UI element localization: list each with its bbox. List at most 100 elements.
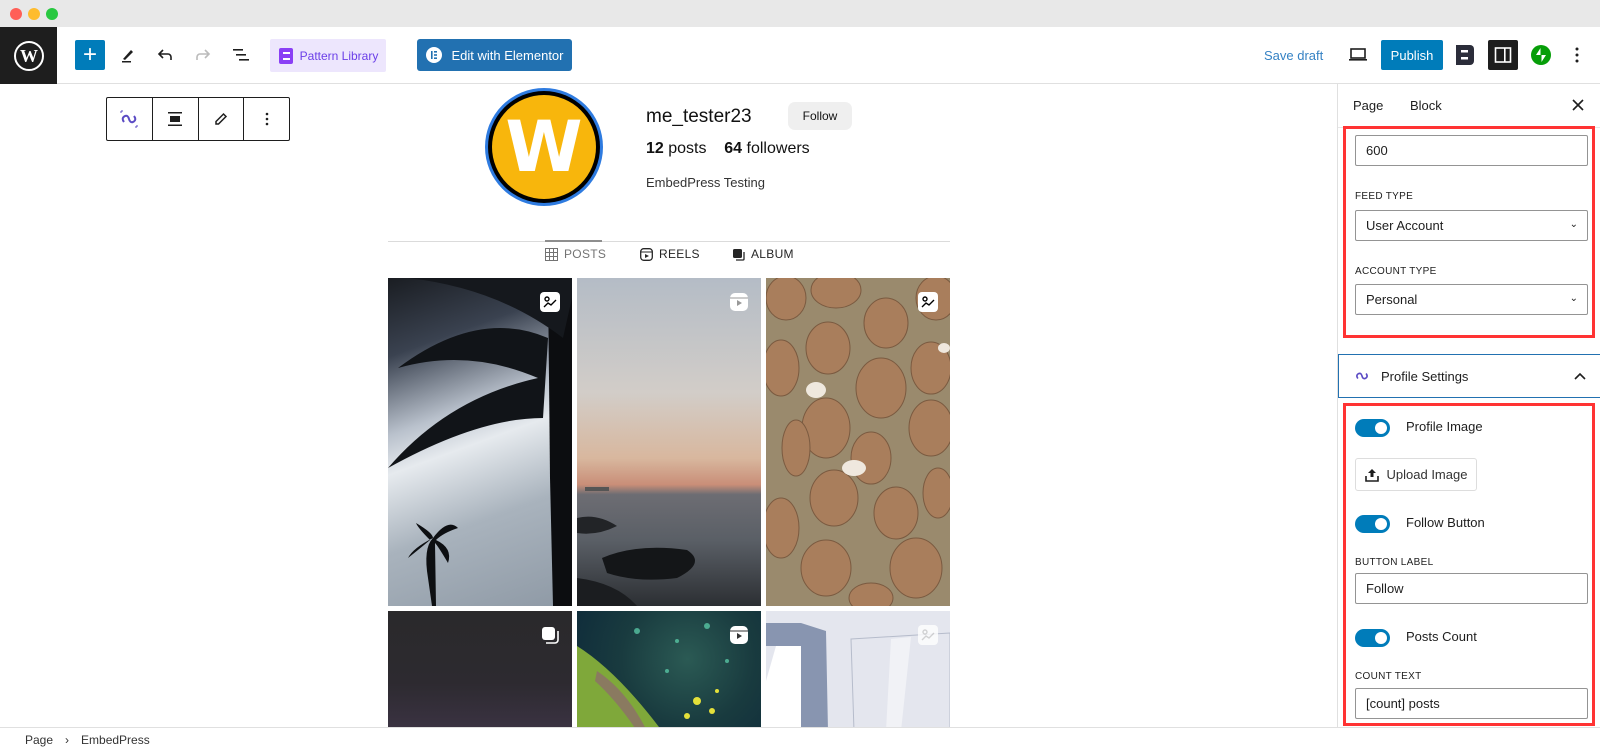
profile-bio: EmbedPress Testing [646,175,765,190]
tab-posts[interactable]: POSTS [545,247,606,261]
tab-block[interactable]: Block [1410,98,1442,113]
maximize-window-button[interactable] [46,8,58,20]
essential-blocks-icon [1456,45,1474,65]
edit-with-elementor-button[interactable]: Edit with Elementor [417,39,572,71]
elementor-icon [425,47,442,63]
embedpress-icon [1356,372,1368,380]
publish-button[interactable]: Publish [1381,40,1443,70]
feed-type-select[interactable]: User Account ⌄ [1355,210,1588,241]
post-thumbnail[interactable] [766,278,950,606]
posts-count: 12 [646,140,664,157]
essential-blocks-icon [278,47,293,64]
chevron-up-icon [1574,372,1586,380]
preview-button[interactable] [1343,40,1373,70]
album-post-icon [540,625,560,645]
profile-image-toggle[interactable] [1355,419,1390,437]
document-overview-button[interactable] [226,40,256,70]
feed-tabs-divider [388,241,950,242]
palm-tree-image [388,278,572,606]
align-button[interactable] [153,98,199,140]
upload-image-button[interactable]: Upload Image [1355,458,1477,491]
close-icon [1572,99,1584,111]
close-window-button[interactable] [10,8,22,20]
highlight-box-profile-settings: Profile Image Upload Image Follow Button… [1343,403,1595,726]
feed-type-label: FEED TYPE [1355,191,1414,202]
highlight-box-feed-settings: 600 FEED TYPE User Account ⌄ ACCOUNT TYP… [1343,126,1595,338]
tools-button[interactable] [113,40,143,70]
active-tab-indicator [545,240,602,242]
pencil-icon [215,112,227,125]
posts-count-toggle[interactable] [1355,629,1390,647]
align-wide-icon [168,112,183,126]
redo-button[interactable] [188,40,218,70]
width-input[interactable]: 600 [1355,135,1588,166]
block-options-button[interactable] [244,98,289,140]
account-type-select[interactable]: Personal ⌄ [1355,284,1588,315]
breadcrumb-separator: › [65,732,70,747]
profile-image-label: Profile Image [1406,419,1483,434]
block-settings-sidebar: Page Block 600 FEED TYPE User Account ⌄ … [1337,84,1600,727]
jetpack-icon [1531,45,1551,65]
tab-page[interactable]: Page [1353,98,1383,113]
wordpress-logo-button[interactable]: W [0,27,57,84]
tab-album[interactable]: ALBUM [732,247,794,261]
close-sidebar-button[interactable] [1572,96,1584,116]
tab-reels[interactable]: REELS [640,247,700,261]
dumplings-image [766,278,950,606]
reels-icon [640,247,653,261]
post-thumbnail[interactable] [388,278,572,606]
edit-button[interactable] [199,98,245,140]
post-thumbnail[interactable] [766,611,950,727]
wordpress-icon: W [13,40,44,71]
list-view-icon [233,49,249,61]
reel-post-icon [729,625,749,645]
options-menu-button[interactable] [1562,40,1592,70]
profile-stats: 12 posts 64 followers [646,140,810,158]
kebab-menu-icon [1575,47,1579,63]
count-text-label: COUNT TEXT [1355,671,1422,682]
window-titlebar [0,0,1600,27]
post-thumbnail[interactable] [577,278,761,606]
pattern-library-button[interactable]: Pattern Library [270,39,386,72]
button-label-label: BUTTON LABEL [1355,557,1434,568]
post-thumbnail[interactable] [577,611,761,727]
undo-icon [157,49,172,60]
editor-toolbar: W + Pattern Library Edit with Elementor … [0,27,1600,84]
grid-icon [545,247,558,261]
breadcrumb-item-embedpress[interactable]: EmbedPress [81,733,150,747]
svg-text:W: W [20,46,38,66]
account-type-label: ACCOUNT TYPE [1355,266,1437,277]
reel-post-icon [729,292,749,312]
undo-button[interactable] [150,40,180,70]
pencil-icon [122,50,133,63]
sidebar-icon [1494,47,1512,63]
image-post-icon [918,292,938,312]
button-label-input[interactable]: Follow [1355,573,1588,604]
add-block-button[interactable]: + [75,40,105,70]
profile-avatar: W [485,88,603,206]
follow-button-toggle[interactable] [1355,515,1390,533]
image-post-icon [540,292,560,312]
block-toolbar [106,97,290,141]
chevron-down-icon: ⌄ [1569,293,1578,304]
sunset-sea-image [577,487,695,606]
editor-canvas: W me_tester23 Follow 12 posts 64 followe… [0,84,1337,727]
jetpack-button[interactable] [1526,40,1556,70]
redo-icon [196,49,211,60]
upload-icon [1364,468,1379,482]
profile-username: me_tester23 [646,106,752,127]
sidebar-tabs: Page Block [1338,84,1600,128]
breadcrumb-item-page[interactable]: Page [25,733,53,747]
follow-button[interactable]: Follow [788,102,852,130]
essential-blocks-button[interactable] [1450,40,1480,70]
settings-sidebar-toggle[interactable] [1488,40,1518,70]
save-draft-button[interactable]: Save draft [1264,43,1323,68]
post-thumbnail[interactable] [388,611,572,727]
minimize-window-button[interactable] [28,8,40,20]
follow-button-label: Follow Button [1406,515,1485,530]
block-type-button[interactable] [107,98,153,140]
followers-count: 64 [724,140,743,157]
count-text-input[interactable]: [count] posts [1355,688,1588,719]
posts-count-label: Posts Count [1406,629,1477,644]
profile-settings-panel-toggle[interactable]: Profile Settings [1338,354,1600,398]
